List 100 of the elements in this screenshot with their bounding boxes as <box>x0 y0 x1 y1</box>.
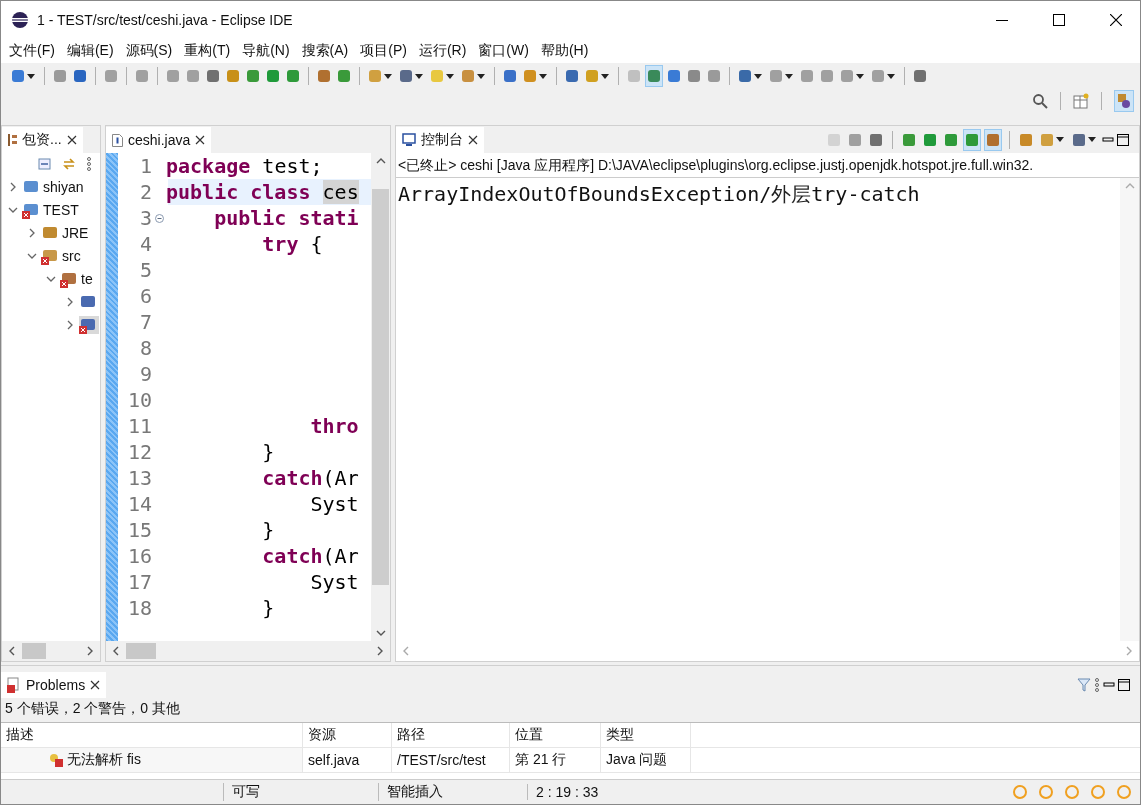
tool-icon <box>207 70 219 82</box>
tool-icon <box>287 70 299 82</box>
menu-item[interactable]: 运行(R) <box>412 42 473 60</box>
tool-icon <box>400 70 412 82</box>
tool-icon <box>267 70 279 82</box>
editor-tab[interactable]: ceshi.java <box>106 127 212 153</box>
tool-icon <box>903 133 915 146</box>
tool-icon <box>945 133 957 146</box>
menu-item[interactable]: 窗口(W) <box>472 42 535 60</box>
tool-icon <box>841 70 853 82</box>
tree-item[interactable]: TEST <box>22 200 81 219</box>
table-cell: 第 21 行 <box>515 751 567 769</box>
tree-item[interactable]: te <box>60 269 95 288</box>
scrollbar-thumb[interactable] <box>22 643 46 659</box>
tool-icon <box>105 70 117 82</box>
collapsed-chevron-icon[interactable] <box>8 181 18 192</box>
line-number: 18 <box>126 596 152 620</box>
caret-icon[interactable] <box>887 73 895 79</box>
column-header[interactable]: 类型 <box>601 723 691 747</box>
collapsed-chevron-icon[interactable] <box>65 319 75 330</box>
window-title: 1 - TEST/src/test/ceshi.java - Eclipse IDE <box>37 12 293 28</box>
open-perspective-icon[interactable] <box>1073 93 1089 109</box>
close-icon[interactable] <box>468 135 478 145</box>
tool-icon <box>338 70 350 82</box>
caret-icon[interactable] <box>27 73 35 79</box>
fold-minus-icon[interactable] <box>154 213 164 223</box>
tree-item[interactable] <box>79 315 99 334</box>
menu-item[interactable]: 项目(P) <box>354 42 413 60</box>
maximize-icon[interactable] <box>1053 14 1065 26</box>
console-tab[interactable]: 控制台 <box>396 127 484 153</box>
menu-item[interactable]: 帮助(H) <box>534 42 595 60</box>
caret-icon[interactable] <box>477 73 485 79</box>
tool-icon <box>54 70 66 82</box>
tool-icon <box>524 70 536 82</box>
tool-icon <box>914 70 926 82</box>
code-line: thro <box>309 414 359 438</box>
search-icon[interactable] <box>1032 93 1048 109</box>
scroll-right-icon[interactable] <box>376 646 384 656</box>
caret-icon[interactable] <box>384 73 392 79</box>
line-number: 8 <box>138 336 152 360</box>
caret-icon[interactable] <box>1088 137 1096 142</box>
scroll-right-icon[interactable] <box>86 646 94 656</box>
collapsed-chevron-icon[interactable] <box>27 227 37 238</box>
collapse-all-icon[interactable] <box>38 157 52 171</box>
problems-tab[interactable]: Problems <box>1 672 107 698</box>
filter-icon[interactable] <box>1077 677 1091 692</box>
menu-item[interactable]: 源码(S) <box>119 42 179 60</box>
tool-icon <box>987 133 999 146</box>
tool-icon <box>566 70 578 82</box>
close-icon[interactable] <box>90 680 101 690</box>
caret-icon[interactable] <box>415 73 423 79</box>
line-number: 11 <box>126 414 152 438</box>
view-menu-icon[interactable] <box>1094 677 1100 692</box>
menu-item[interactable]: 导航(N) <box>236 42 296 60</box>
tool-icon <box>828 133 840 146</box>
caret-icon[interactable] <box>785 73 793 79</box>
column-header[interactable]: 路径 <box>392 723 510 747</box>
tree-item[interactable]: JRE <box>41 223 91 242</box>
line-number: 2 <box>138 180 152 204</box>
maximize-icon[interactable] <box>1118 678 1130 691</box>
line-number: 4 <box>138 232 152 256</box>
view-menu-icon[interactable] <box>86 157 92 171</box>
maximize-icon[interactable] <box>1117 133 1129 146</box>
menu-item[interactable]: 文件(F) <box>3 42 61 60</box>
collapsed-chevron-icon[interactable] <box>65 296 75 307</box>
menu-item[interactable]: 搜索(A) <box>295 42 355 60</box>
scroll-left-icon[interactable] <box>8 646 16 656</box>
link-editor-icon[interactable] <box>62 157 76 171</box>
menu-item[interactable]: 编辑(E) <box>60 42 120 60</box>
column-header[interactable]: 描述 <box>1 723 303 747</box>
close-icon[interactable] <box>1110 14 1122 26</box>
menu-item[interactable]: 重构(T) <box>178 42 237 60</box>
tool-icon <box>628 70 640 82</box>
caret-icon[interactable] <box>856 73 864 79</box>
caret-icon[interactable] <box>754 73 762 79</box>
close-icon[interactable] <box>66 135 77 145</box>
caret-icon[interactable] <box>539 73 547 79</box>
caret-icon[interactable] <box>446 73 454 79</box>
line-number: 13 <box>126 466 152 490</box>
table-cell: self.java <box>308 752 360 768</box>
tree-item[interactable]: src <box>41 246 83 265</box>
scroll-left-icon[interactable] <box>112 646 120 656</box>
package-explorer-tab[interactable]: 包资... <box>2 127 83 153</box>
hierarchy-icon <box>8 134 17 146</box>
scrollbar-thumb[interactable] <box>372 189 389 585</box>
eclipse-logo-icon <box>11 11 29 29</box>
close-icon[interactable] <box>195 135 206 145</box>
column-header[interactable]: 资源 <box>303 723 392 747</box>
code-line: } <box>261 440 275 464</box>
scrollbar-thumb[interactable] <box>126 643 156 659</box>
java-perspective-button[interactable] <box>1114 90 1134 112</box>
tree-item[interactable]: shiyan <box>22 177 86 196</box>
column-header[interactable]: 位置 <box>510 723 601 747</box>
caret-icon[interactable] <box>1056 137 1064 142</box>
scroll-up-icon[interactable] <box>375 157 386 165</box>
table-cell: /TEST/src/test <box>397 752 486 768</box>
scroll-down-icon[interactable] <box>375 629 386 637</box>
tool-icon <box>924 133 936 146</box>
line-number: 16 <box>126 544 152 568</box>
caret-icon[interactable] <box>601 73 609 79</box>
